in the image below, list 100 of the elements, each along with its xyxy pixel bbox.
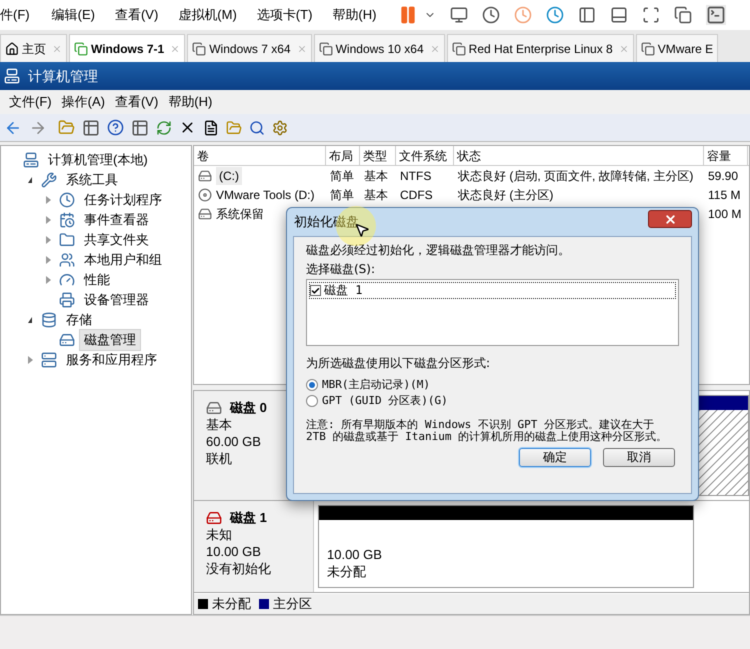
menu-item[interactable]: 虚拟机(M) bbox=[168, 5, 247, 25]
tree-item[interactable]: 设备管理器 bbox=[79, 289, 154, 311]
window-title: 计算机管理 bbox=[28, 66, 98, 86]
table-cell-text: 115 M bbox=[708, 186, 740, 204]
column-header[interactable]: 文件系统 bbox=[396, 146, 454, 165]
menu-item[interactable]: 操作(A) bbox=[56, 92, 110, 112]
menu-item[interactable]: 件(F) bbox=[0, 5, 42, 25]
help-icon[interactable] bbox=[107, 119, 124, 136]
dialog-button[interactable]: 确定 bbox=[519, 448, 591, 467]
vm-icon bbox=[452, 42, 466, 56]
tree-item[interactable]: 系统工具 bbox=[61, 169, 123, 191]
table-cell-text: 简单 bbox=[330, 186, 354, 204]
tree-item[interactable]: 事件查看器 bbox=[79, 209, 154, 231]
vm-icon bbox=[318, 42, 333, 56]
copy-icon[interactable] bbox=[674, 6, 692, 24]
tab[interactable]: Red Hat Enterprise Linux 8 bbox=[446, 34, 634, 62]
tree-item[interactable]: 本地用户和组 bbox=[79, 249, 167, 271]
collapsed-arrow-icon[interactable] bbox=[46, 236, 50, 244]
column-header[interactable]: 状态 bbox=[454, 146, 704, 165]
panel-icon[interactable] bbox=[82, 118, 100, 136]
menu-item[interactable]: 文件(F) bbox=[4, 92, 57, 112]
tree-item[interactable]: 服务和应用程序 bbox=[61, 349, 162, 371]
table-cell-text: VMware Tools (D:) bbox=[216, 186, 314, 204]
collapsed-arrow-icon[interactable] bbox=[28, 356, 32, 364]
expanded-arrow-icon[interactable] bbox=[28, 177, 32, 183]
fullscreen-icon[interactable] bbox=[642, 6, 660, 24]
services-icon bbox=[41, 352, 57, 368]
clock-icon bbox=[59, 192, 75, 208]
drive-icon bbox=[198, 206, 212, 220]
check-icon bbox=[311, 286, 320, 296]
collapsed-arrow-icon[interactable] bbox=[46, 276, 50, 284]
menu-item[interactable]: 帮助(H) bbox=[322, 5, 386, 25]
table-cell-text: 状态良好 (主分区) bbox=[458, 186, 554, 204]
terminal-icon[interactable] bbox=[706, 5, 726, 25]
table-cell-text: 59.90 bbox=[708, 168, 738, 184]
menu-item[interactable]: 帮助(H) bbox=[163, 92, 218, 112]
tree-item[interactable]: 任务计划程序 bbox=[79, 189, 167, 211]
column-header[interactable]: 容量 bbox=[704, 146, 748, 165]
menu-item[interactable]: 查看(V) bbox=[110, 92, 164, 112]
tree-item[interactable]: 计算机管理(本地) bbox=[43, 149, 153, 171]
column-header[interactable]: 布局 bbox=[326, 146, 360, 165]
column-header[interactable]: 类型 bbox=[360, 146, 396, 165]
collapsed-arrow-icon[interactable] bbox=[46, 256, 50, 264]
partition-label: 未分配 bbox=[327, 563, 367, 580]
radio-button[interactable] bbox=[306, 394, 318, 406]
checkbox[interactable] bbox=[310, 285, 321, 296]
disk-list-item[interactable]: 磁盘 1 bbox=[309, 282, 676, 299]
panel-bottom-icon[interactable] bbox=[610, 6, 628, 24]
panel-icon[interactable] bbox=[131, 118, 149, 136]
close-button[interactable] bbox=[648, 210, 692, 228]
clock-icon[interactable] bbox=[546, 6, 564, 24]
vm-icon bbox=[74, 42, 88, 56]
storage-icon bbox=[41, 312, 57, 328]
properties-icon[interactable] bbox=[203, 120, 219, 136]
disk-size: 60.00 GB bbox=[206, 433, 262, 450]
menu-item[interactable]: 选项卡(T) bbox=[246, 5, 322, 25]
table-cell-text: CDFS bbox=[400, 186, 433, 204]
settings-icon[interactable] bbox=[272, 120, 288, 136]
monitor-icon[interactable] bbox=[450, 6, 468, 24]
tab[interactable]: Windows 7 x64 bbox=[187, 34, 312, 62]
vm-icon bbox=[640, 42, 655, 56]
device-icon bbox=[59, 292, 75, 308]
dialog-button[interactable]: 取消 bbox=[603, 448, 675, 467]
disk-status: 没有初始化 bbox=[206, 560, 272, 577]
tab[interactable]: 主页 bbox=[0, 34, 67, 62]
search-icon[interactable] bbox=[249, 120, 265, 136]
tree-item[interactable]: 存储 bbox=[61, 309, 97, 331]
collapsed-arrow-icon[interactable] bbox=[46, 216, 50, 224]
panel-left-icon[interactable] bbox=[578, 6, 596, 24]
radio-label[interactable]: GPT (GUID 分区表)(G) bbox=[322, 393, 448, 408]
disk-name: 磁盘 1 bbox=[230, 509, 267, 526]
refresh-icon[interactable] bbox=[156, 120, 172, 136]
collapsed-arrow-icon[interactable] bbox=[46, 196, 50, 204]
disk-size: 10.00 GB bbox=[206, 543, 262, 560]
tree-item[interactable]: 共享文件夹 bbox=[79, 229, 154, 251]
folder-icon[interactable] bbox=[226, 120, 242, 136]
table-cell-text: NTFS bbox=[400, 168, 432, 184]
select-disk-label: 选择磁盘(S): bbox=[306, 262, 376, 277]
partition-size: 10.00 GB bbox=[327, 546, 383, 563]
radio-label[interactable]: MBR(主启动记录)(M) bbox=[322, 377, 430, 392]
table-cell-text: 100 M bbox=[708, 206, 742, 222]
folder-icon bbox=[59, 232, 75, 248]
tree-item[interactable]: 性能 bbox=[79, 269, 115, 291]
menu-item[interactable]: 查看(V) bbox=[104, 5, 168, 25]
tab[interactable]: VMware E bbox=[636, 34, 718, 62]
partition-block[interactable]: 10.00 GB 未分配 bbox=[318, 505, 694, 588]
folder-icon[interactable] bbox=[58, 119, 75, 136]
cd-drive-icon bbox=[198, 188, 212, 202]
tree-item[interactable]: 磁盘管理 bbox=[79, 329, 141, 351]
radio-button[interactable] bbox=[306, 378, 318, 390]
close-icon bbox=[664, 212, 676, 226]
tab[interactable]: Windows 7-1 bbox=[69, 34, 186, 62]
drive-icon bbox=[198, 168, 212, 182]
menu-item[interactable]: 编辑(E) bbox=[42, 5, 105, 25]
tab[interactable]: Windows 10 x64 bbox=[314, 34, 445, 62]
clock-icon[interactable] bbox=[482, 6, 500, 24]
expanded-arrow-icon[interactable] bbox=[28, 317, 32, 323]
table-cell-text: 基本 bbox=[364, 186, 388, 204]
column-header[interactable]: 卷 bbox=[194, 146, 326, 165]
close-icon[interactable] bbox=[170, 44, 180, 54]
